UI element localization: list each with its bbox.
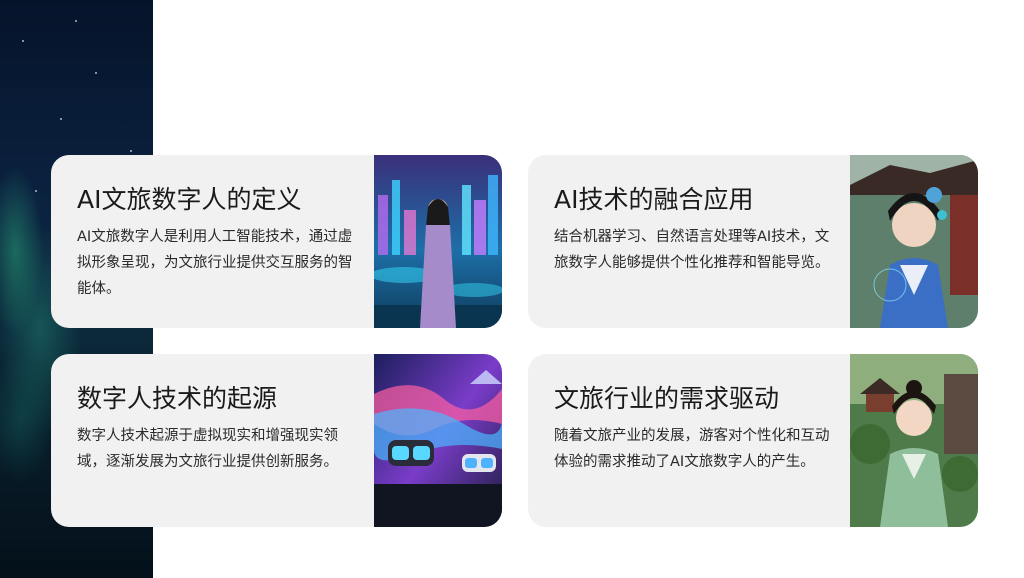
card-title: 文旅行业的需求驱动 — [554, 384, 780, 413]
card-title: AI文旅数字人的定义 — [77, 185, 302, 214]
card-demand: 文旅行业的需求驱动 随着文旅产业的发展，游客对个性化和互动体验的需求推动了AI文… — [528, 354, 978, 527]
card-title: AI技术的融合应用 — [554, 185, 754, 214]
card-ai-application: AI技术的融合应用 结合机器学习、自然语言处理等AI技术，文旅数字人能够提供个性… — [528, 155, 978, 328]
slide: AI文旅数字人的定义 AI文旅数字人是利用人工智能技术，通过虚拟形象呈现，为文旅… — [0, 0, 1024, 578]
card-body: 随着文旅产业的发展，游客对个性化和互动体验的需求推动了AI文旅数字人的产生。 — [554, 428, 830, 470]
hanfu-garden-woman-image — [850, 354, 978, 527]
card-definition: AI文旅数字人的定义 AI文旅数字人是利用人工智能技术，通过虚拟形象呈现，为文旅… — [51, 155, 502, 328]
card-body: AI文旅数字人是利用人工智能技术，通过虚拟形象呈现，为文旅行业提供交互服务的智能… — [77, 229, 353, 297]
card-body: 数字人技术起源于虚拟现实和增强现实领域，逐渐发展为文旅行业提供创新服务。 — [77, 428, 338, 470]
card-body: 结合机器学习、自然语言处理等AI技术，文旅数字人能够提供个性化推荐和智能导览。 — [554, 229, 830, 271]
digital-human-city-image — [374, 155, 502, 328]
card-title: 数字人技术的起源 — [77, 384, 278, 413]
ai-hanfu-woman-image — [850, 155, 978, 328]
vr-headset-image — [374, 354, 502, 527]
card-origin: 数字人技术的起源 数字人技术起源于虚拟现实和增强现实领域，逐渐发展为文旅行业提供… — [51, 354, 502, 527]
